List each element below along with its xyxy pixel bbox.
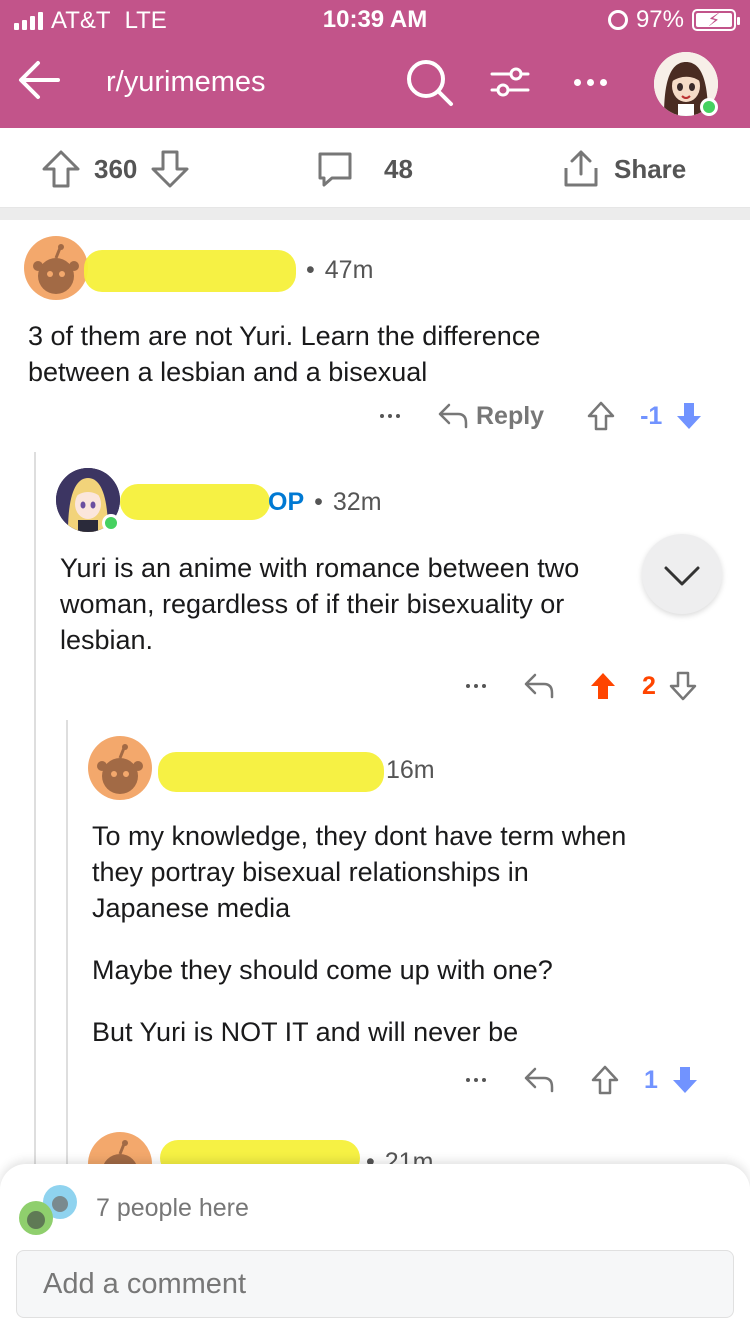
comment-meta: OP • 32m (268, 488, 382, 516)
comment-actions: 2 (466, 666, 698, 706)
thread-line (66, 720, 68, 1172)
online-indicator (700, 98, 718, 116)
nav-bar: r/yurimemes (0, 40, 750, 128)
downvote-icon[interactable] (149, 148, 191, 190)
more-icon[interactable] (380, 414, 400, 418)
comment-bubble-icon (318, 152, 352, 187)
redaction-mark (158, 752, 384, 792)
subreddit-title[interactable]: r/yurimemes (106, 66, 266, 99)
comment-count: 48 (384, 153, 413, 184)
section-divider (0, 208, 750, 220)
add-comment-box[interactable] (16, 1250, 734, 1318)
comment-body: To my knowledge, they dont have term whe… (92, 818, 732, 1050)
comment-score: 1 (644, 1065, 658, 1094)
upvote-active-icon[interactable] (588, 670, 618, 702)
presence-count: 7 people here (96, 1194, 249, 1222)
comment-line: between a lesbian and a bisexual (28, 357, 428, 387)
comment-time: 32m (332, 488, 382, 516)
comment-score: -1 (640, 401, 663, 430)
top-bar: AT&T LTE 10:39 AM 97% ⚡ r/yurimemes (0, 0, 750, 128)
share-button[interactable]: Share (560, 148, 686, 190)
upvote-count: 360 (94, 153, 138, 184)
online-indicator (102, 514, 120, 532)
more-icon[interactable] (466, 1078, 486, 1082)
status-bar: AT&T LTE 10:39 AM 97% ⚡ (0, 0, 750, 40)
status-right: 97% ⚡ (607, 6, 740, 34)
comment-meta: 16m (386, 756, 435, 785)
commenter-avatar[interactable] (88, 736, 152, 800)
comment-body: 3 of them are not Yuri. Learn the differ… (28, 318, 540, 390)
comment-score: 2 (642, 671, 656, 700)
filter-icon[interactable] (488, 60, 532, 104)
battery-percent: 97% (635, 6, 684, 33)
collapse-button[interactable] (642, 534, 722, 614)
op-badge: OP (268, 488, 305, 516)
app-screen: AT&T LTE 10:39 AM 97% ⚡ r/yurimemes 360 … (0, 0, 750, 1334)
more-options-icon[interactable] (568, 64, 612, 100)
alarm-icon (607, 10, 628, 30)
reply-icon[interactable] (522, 671, 556, 701)
comment-time: 16m (386, 756, 435, 784)
share-icon (564, 150, 598, 187)
upvote-icon[interactable] (590, 1064, 620, 1096)
back-arrow-icon[interactable] (14, 54, 66, 106)
upvote-icon[interactable] (586, 400, 616, 432)
comment-composer-sheet: 7 people here (0, 1164, 750, 1334)
reply-button[interactable]: Reply (476, 402, 544, 431)
downvote-active-icon[interactable] (674, 400, 704, 432)
more-icon[interactable] (466, 684, 486, 688)
post-action-bar: 360 48 Share (0, 128, 750, 208)
comment-line: Yuri is an anime with romance between tw… (60, 553, 580, 583)
commenter-avatar[interactable] (24, 236, 88, 300)
reply-icon[interactable] (522, 1065, 556, 1095)
comment-line: lesbian. (60, 625, 154, 655)
comment-meta: • 47m (306, 256, 374, 284)
redaction-mark (120, 484, 270, 520)
comment-line: woman, regardless of if their bisexualit… (60, 589, 565, 619)
redaction-mark (84, 250, 296, 292)
comment-actions: 1 (466, 1060, 700, 1100)
chevron-down-icon (664, 566, 700, 586)
thread-line (34, 452, 36, 1172)
comment-actions: Reply -1 (380, 396, 704, 436)
search-icon[interactable] (403, 56, 455, 108)
downvote-active-icon[interactable] (670, 1064, 700, 1096)
share-label: Share (614, 153, 687, 184)
comment-line: Japanese media (92, 893, 291, 923)
comment-body: Yuri is an anime with romance between tw… (60, 550, 650, 658)
comment-line: 3 of them are not Yuri. Learn the differ… (28, 321, 541, 351)
vote-group: 360 (40, 148, 191, 190)
comment-time: 47m (324, 256, 374, 284)
comment-paragraph: Maybe they should come up with one? (92, 955, 553, 985)
comment-line: they portray bisexual relationships in (92, 857, 529, 887)
reply-icon[interactable] (436, 401, 470, 431)
add-comment-input[interactable] (17, 1251, 733, 1317)
presence-avatars-icon (19, 1185, 77, 1235)
upvote-icon[interactable] (40, 148, 82, 190)
comment-line: To my knowledge, they dont have term whe… (92, 821, 627, 851)
battery-icon: ⚡ (692, 9, 740, 31)
downvote-icon[interactable] (668, 670, 698, 702)
comments-button[interactable]: 48 (314, 148, 413, 190)
comment-paragraph: But Yuri is NOT IT and will never be (92, 1017, 519, 1047)
